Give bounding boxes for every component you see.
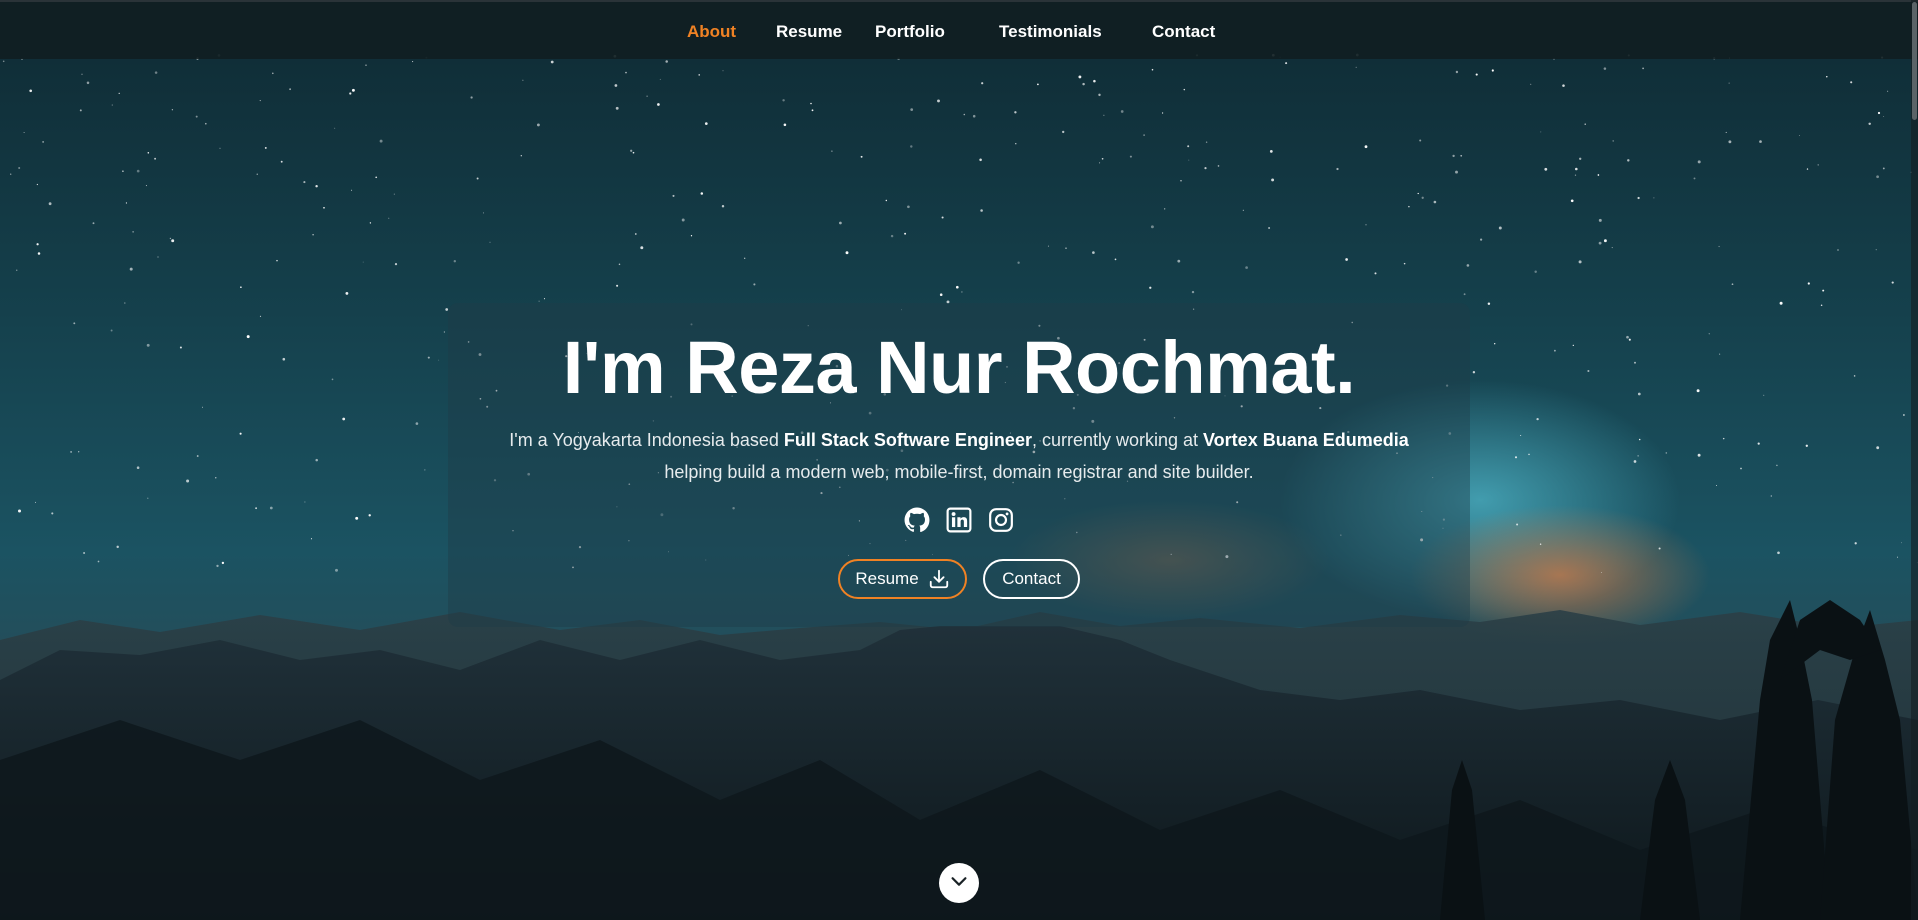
scrollbar[interactable]	[1911, 0, 1918, 920]
chevron-down-icon	[948, 870, 970, 897]
resume-button[interactable]: Resume	[838, 559, 967, 599]
intro-text-2: , currently working at	[1031, 430, 1204, 450]
github-icon[interactable]	[904, 507, 930, 533]
role-text: Full Stack Software Engineer	[783, 430, 1032, 450]
scroll-down-button[interactable]	[939, 863, 979, 903]
nav-link-contact[interactable]: Contact	[1152, 22, 1215, 42]
navbar: About Resume Portfolio Testimonials Cont…	[0, 0, 1918, 59]
contact-button[interactable]: Contact	[983, 559, 1080, 599]
resume-button-label: Resume	[855, 569, 919, 588]
nav-link-about[interactable]: About	[687, 22, 736, 42]
linkedin-icon[interactable]	[946, 507, 972, 533]
download-icon	[928, 568, 950, 590]
contact-button-label: Contact	[1002, 569, 1061, 588]
page: About Resume Portfolio Testimonials Cont…	[0, 0, 1918, 920]
hero-card: I'm Reza Nur Rochmat. I'm a Yogyakarta I…	[448, 303, 1470, 627]
intro-text-3: helping build a modern web, mobile-first…	[664, 462, 1254, 482]
scrollbar-thumb[interactable]	[1912, 2, 1917, 120]
hero-title: I'm Reza Nur Rochmat.	[562, 326, 1356, 409]
social-links	[448, 507, 1470, 537]
nav-link-portfolio[interactable]: Portfolio	[875, 22, 945, 42]
hero-description: I'm a Yogyakarta Indonesia based Full St…	[448, 424, 1470, 488]
instagram-icon[interactable]	[988, 507, 1014, 533]
intro-text-1: I'm a Yogyakarta Indonesia based	[509, 430, 784, 450]
nav-link-resume[interactable]: Resume	[776, 22, 842, 42]
company-text: Vortex Buana Edumedia	[1203, 430, 1409, 450]
nav-link-testimonials[interactable]: Testimonials	[999, 22, 1102, 42]
